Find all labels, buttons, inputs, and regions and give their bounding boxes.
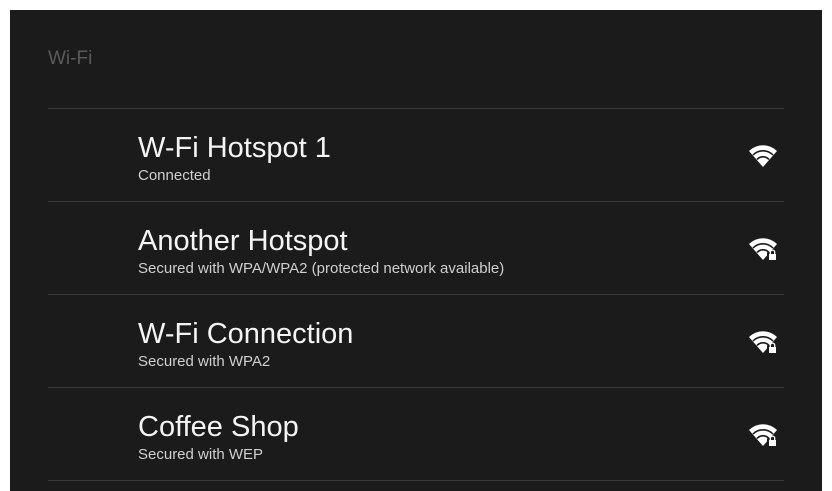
network-ssid: Another Hotspot — [138, 225, 348, 257]
network-item-another-hotspot[interactable]: Another Hotspot Secured with WPA/WPA2 (p… — [48, 202, 784, 294]
network-item-wifi-hotspot-1[interactable]: W-Fi Hotspot 1 Connected — [48, 109, 784, 201]
network-status: Secured with WPA/WPA2 (protected network… — [138, 260, 505, 277]
wifi-settings-screen: Wi-Fi W-Fi Hotspot 1 Connected Another H… — [10, 10, 822, 491]
network-ssid: Coffee Shop — [138, 411, 299, 443]
network-status: Connected — [138, 167, 211, 184]
network-item-wifi-connection[interactable]: W-Fi Connection Secured with WPA2 — [48, 295, 784, 387]
wifi-section-header: Wi-Fi — [48, 48, 93, 69]
wifi-secured-icon — [749, 238, 777, 261]
wifi-signal-icon — [749, 145, 777, 167]
network-list: W-Fi Hotspot 1 Connected Another Hotspot… — [48, 108, 784, 481]
wifi-secured-icon — [749, 424, 777, 447]
network-ssid: W-Fi Hotspot 1 — [138, 132, 331, 164]
network-status: Secured with WEP — [138, 446, 264, 463]
network-ssid: W-Fi Connection — [138, 318, 354, 350]
network-item-coffee-shop[interactable]: Coffee Shop Secured with WEP — [48, 388, 784, 480]
divider — [48, 480, 784, 481]
wifi-secured-icon — [749, 331, 777, 354]
network-status: Secured with WPA2 — [138, 353, 271, 370]
